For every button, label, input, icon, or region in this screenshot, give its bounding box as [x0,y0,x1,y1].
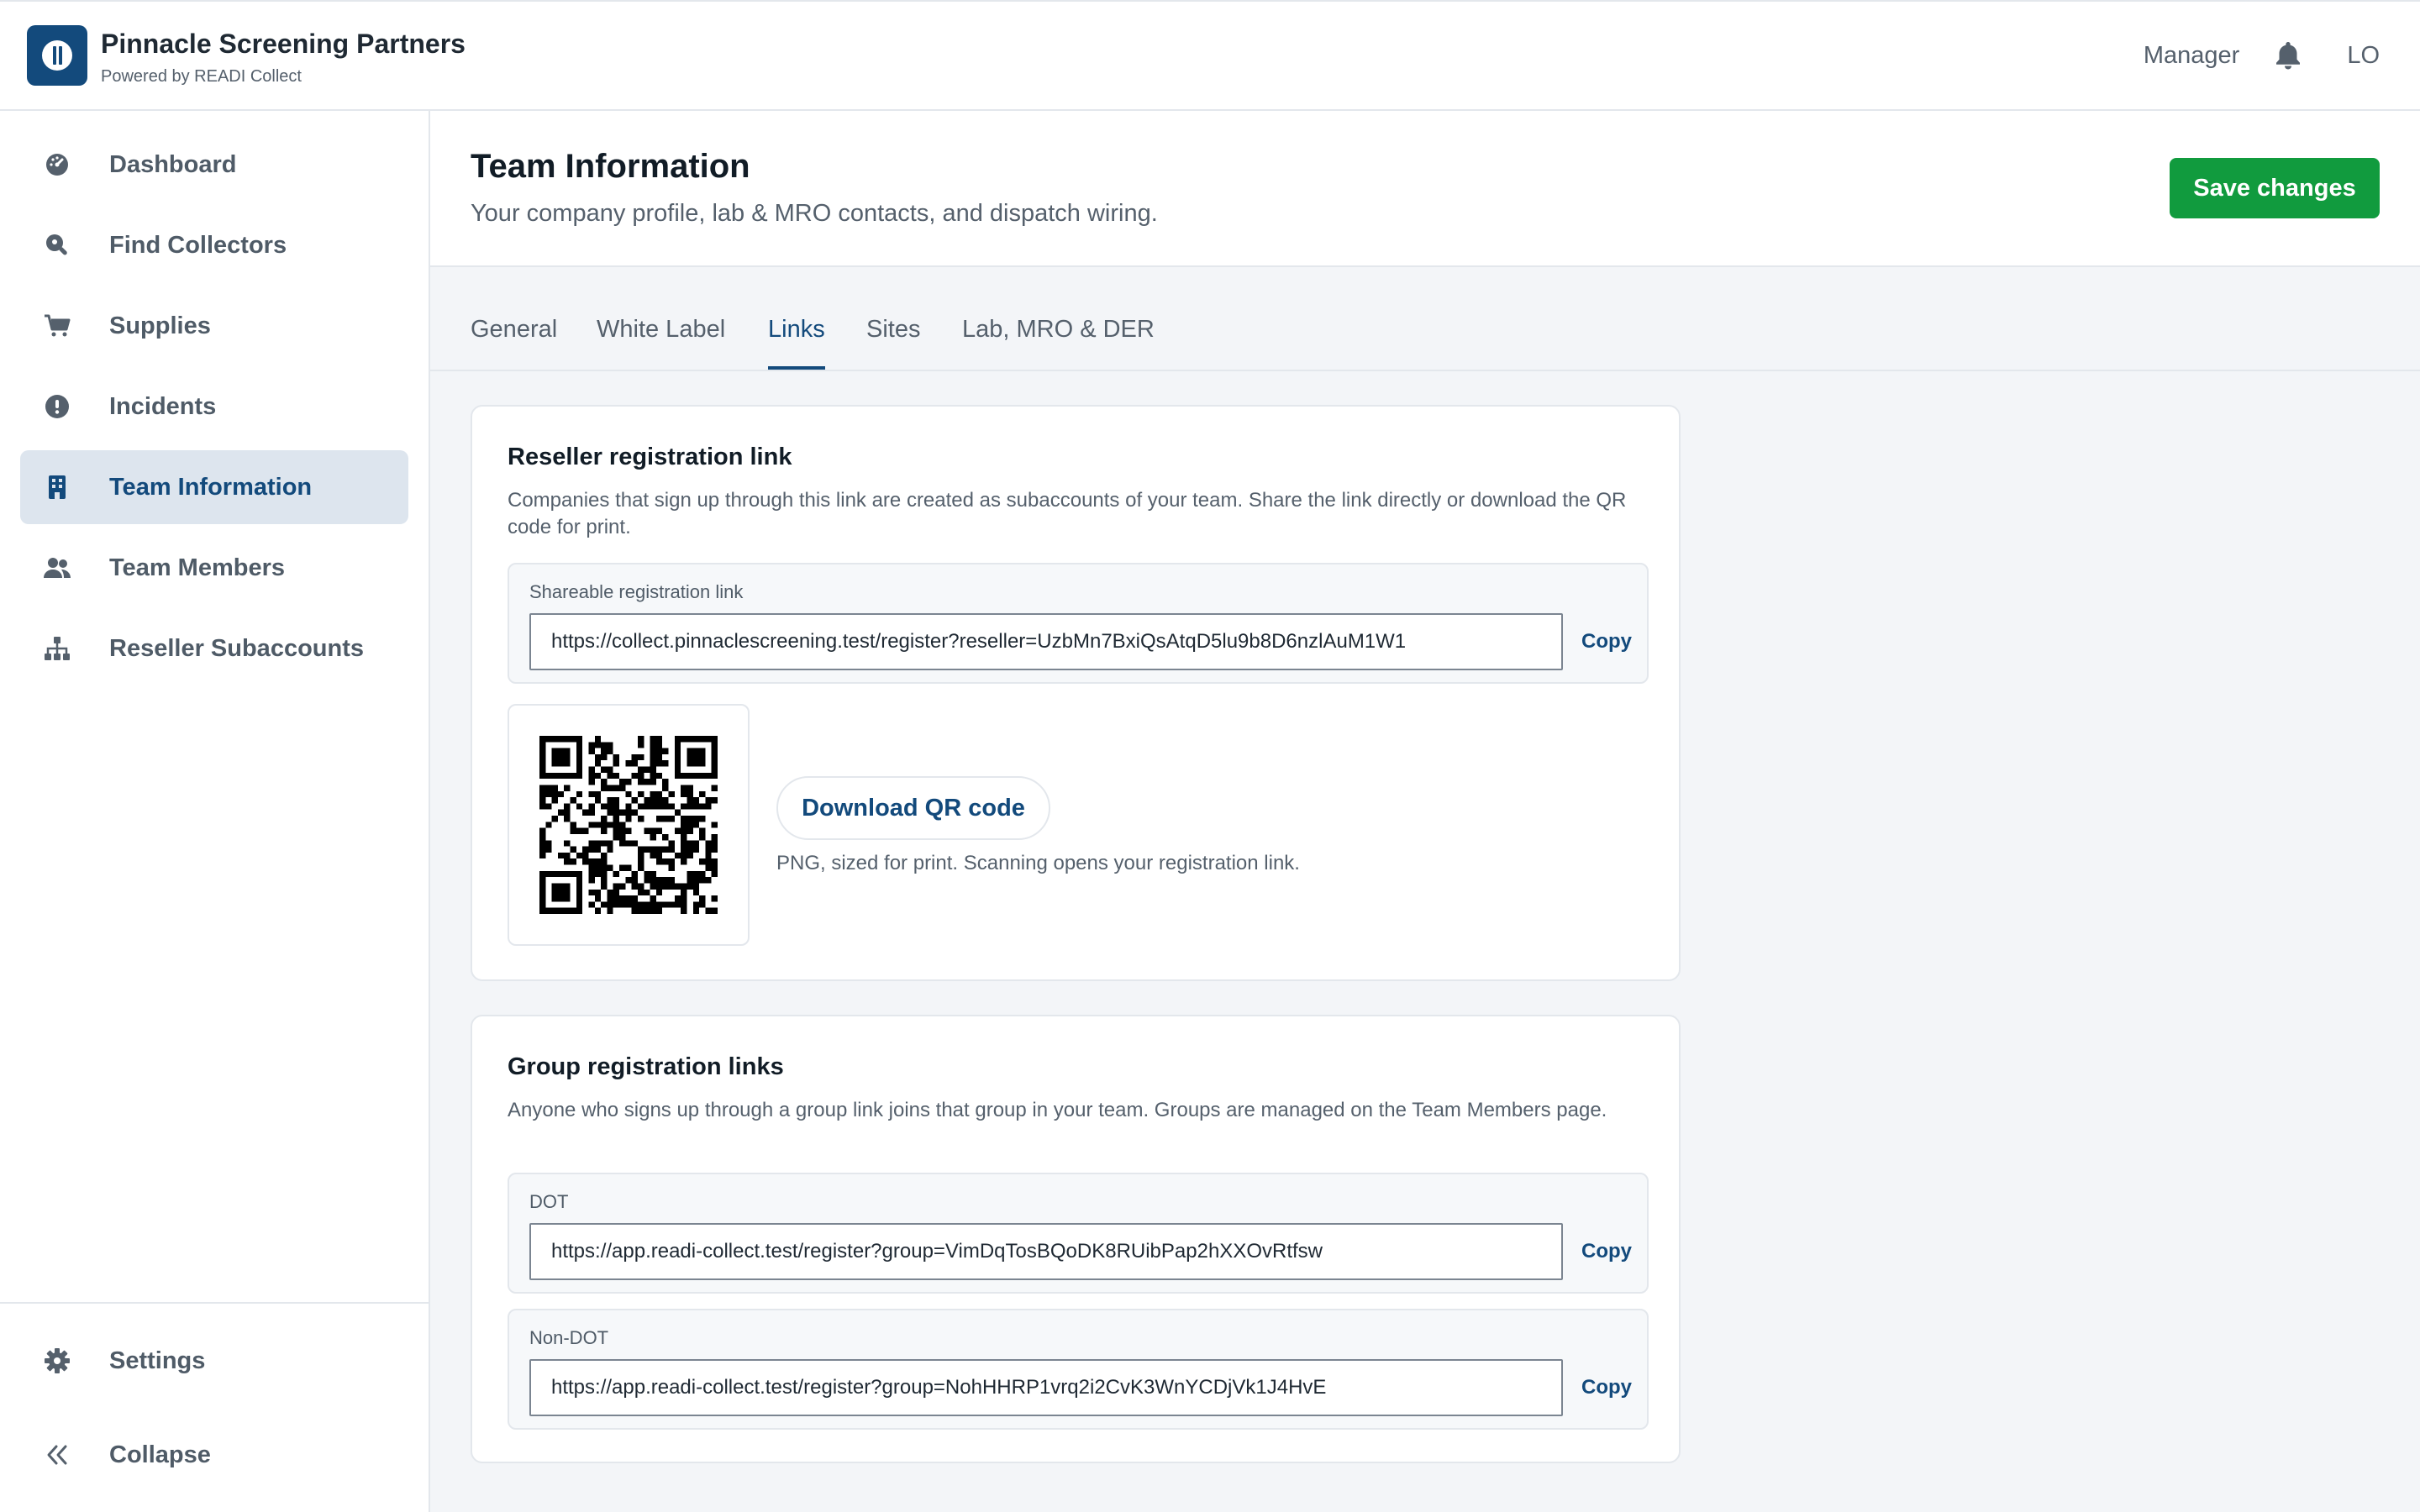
reseller-link-field[interactable] [529,613,1563,670]
alert-circle-icon [40,390,74,423]
sidebar-item-team-members[interactable]: Team Members [20,531,408,605]
reseller-link-box: Shareable registration link Copy [508,563,1649,684]
dot-group-link-field[interactable] [529,1223,1563,1280]
sidebar-item-label: Incidents [109,392,217,420]
sidebar-item-label: Find Collectors [109,231,287,259]
app-subtitle: Powered by READI Collect [101,67,302,86]
sidebar-item-settings[interactable]: Settings [20,1324,408,1398]
page-subtitle: Your company profile, lab & MRO contacts… [471,200,1158,227]
sidebar-item-label: Team Information [109,473,313,501]
app-title: Pinnacle Screening Partners [101,29,466,59]
tab-white-label[interactable]: White Label [597,316,725,370]
bell-icon[interactable] [2271,39,2305,72]
sidebar-item-supplies[interactable]: Supplies [20,289,408,363]
group-link-box-non-dot: Non-DOT Copy [508,1309,1649,1430]
copy-dot-link-button[interactable]: Copy [1581,1223,1632,1280]
sidebar-item-label: Supplies [109,312,211,339]
sidebar-item-label: Team Members [109,554,285,581]
gear-icon [40,1344,74,1378]
qr-code-image [508,704,750,946]
copy-reseller-link-button[interactable]: Copy [1581,613,1632,670]
collapse-sidebar-button[interactable]: Collapse [20,1418,408,1492]
top-bar: Pinnacle Screening Partners Powered by R… [0,0,2420,111]
copy-non-dot-link-button[interactable]: Copy [1581,1359,1632,1416]
link-label: DOT [529,1191,569,1212]
hierarchy-icon [40,632,74,665]
link-label: Shareable registration link [529,581,744,602]
cart-icon [40,309,74,343]
sidebar-divider [0,1302,429,1304]
user-avatar[interactable]: LO [2347,42,2380,70]
card-title: Reseller registration link [508,444,792,470]
sidebar-item-reseller-subaccounts[interactable]: Reseller Subaccounts [20,612,408,685]
search-location-icon [40,228,74,262]
qr-code-graphic [539,736,718,914]
card-description: Anyone who signs up through a group link… [508,1099,1607,1121]
sidebar-item-incidents[interactable]: Incidents [20,370,408,444]
app-logo-icon[interactable] [27,25,87,86]
card-description: Companies that sign up through this link… [508,489,1627,538]
card-title: Group registration links [508,1053,784,1080]
sidebar-item-dashboard[interactable]: Dashboard [20,128,408,202]
sidebar-item-find-collectors[interactable]: Find Collectors [20,208,408,282]
tab-bar: General White Label Links Sites Lab, MRO… [430,267,2420,371]
gauge-icon [40,148,74,181]
sidebar-item-team-information[interactable]: Team Information [20,450,408,524]
page-header: Team Information Your company profile, l… [430,111,2420,267]
link-label: Non-DOT [529,1327,609,1348]
sidebar: Dashboard Find Collectors Supplies Incid… [0,111,430,1512]
non-dot-group-link-field[interactable] [529,1359,1563,1416]
sidebar-item-label: Settings [109,1347,206,1374]
tab-general[interactable]: General [471,316,557,370]
tab-sites[interactable]: Sites [866,316,920,370]
role-switcher[interactable]: Manager [2144,42,2239,70]
group-link-box-dot: DOT Copy [508,1173,1649,1294]
double-chevron-left-icon [40,1438,74,1472]
sidebar-item-label: Dashboard [109,150,237,178]
users-icon [40,551,74,585]
group-links-card: Group registration links Anyone who sign… [471,1015,1681,1463]
building-icon [40,470,74,504]
download-qr-code-button[interactable]: Download QR code [776,776,1050,840]
page-title: Team Information [471,148,750,185]
save-changes-button[interactable]: Save changes [2170,158,2380,218]
sidebar-item-label: Reseller Subaccounts [109,634,364,662]
tab-links[interactable]: Links [768,316,825,370]
tab-lab-mro-der[interactable]: Lab, MRO & DER [962,316,1155,370]
sidebar-item-label: Collapse [109,1441,211,1468]
reseller-link-card: Reseller registration link Companies tha… [471,405,1681,981]
qr-note: PNG, sized for print. Scanning opens you… [776,852,1300,874]
